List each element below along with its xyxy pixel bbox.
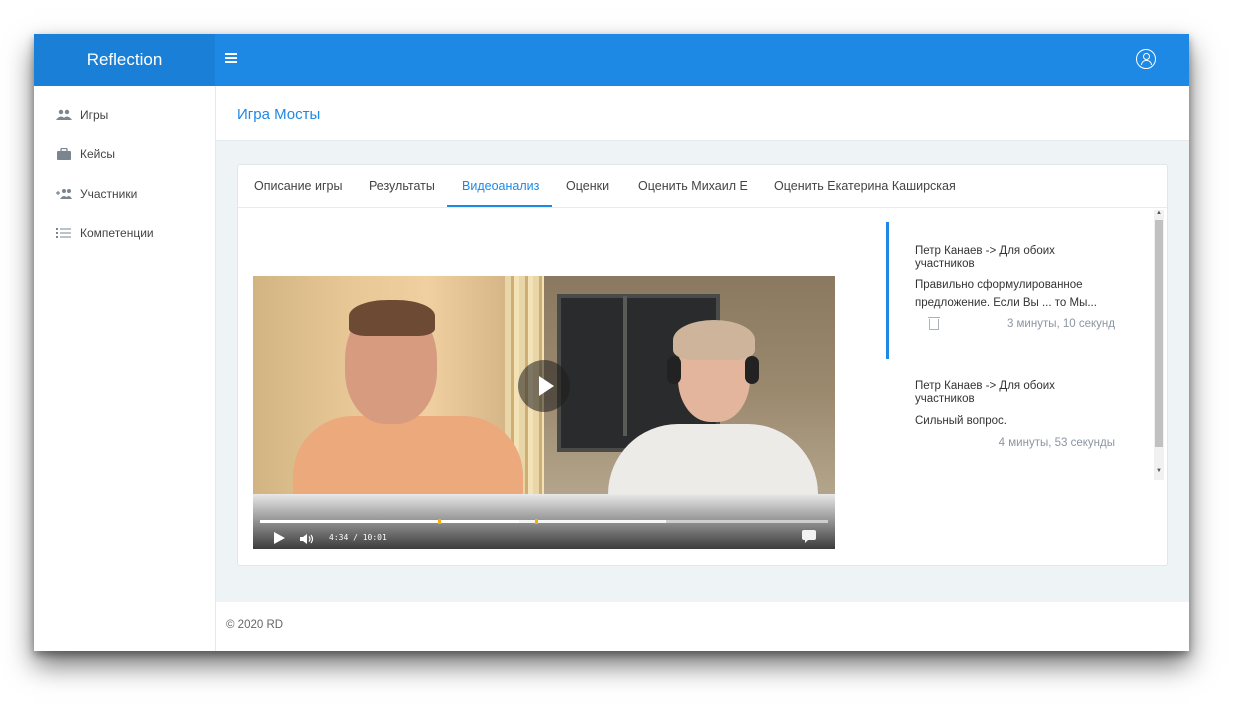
- sidebar-item-competencies[interactable]: Компетенции: [56, 224, 154, 242]
- tab-ratings[interactable]: Оценки: [566, 179, 609, 193]
- comment-author: Петр Канаев -> Для обоих участников: [915, 245, 1055, 270]
- trash-icon[interactable]: [928, 317, 940, 330]
- sidebar: Игры Кейсы Участники Компетенции: [34, 86, 216, 651]
- video-frame-left: [253, 276, 544, 506]
- video-controls: 4:34 / 10:01: [253, 494, 835, 549]
- sidebar-item-label: Участники: [80, 187, 138, 201]
- scroll-up-icon[interactable]: ▲: [1156, 210, 1162, 216]
- sidebar-item-label: Кейсы: [80, 147, 115, 161]
- list-icon: [56, 227, 72, 239]
- users-icon: [56, 109, 72, 121]
- play-icon[interactable]: [274, 532, 285, 544]
- sidebar-item-participants[interactable]: Участники: [56, 185, 137, 203]
- footer: © 2020 RD: [216, 602, 1189, 651]
- comment-marker[interactable]: [535, 519, 538, 524]
- seek-progress: [260, 520, 519, 523]
- tab-description[interactable]: Описание игры: [254, 179, 342, 193]
- captions-icon[interactable]: [802, 530, 816, 543]
- time-display: 4:34 / 10:01: [329, 533, 387, 542]
- play-overlay-button[interactable]: [518, 360, 570, 412]
- sidebar-item-label: Игры: [80, 108, 109, 122]
- tab-results[interactable]: Результаты: [369, 179, 435, 193]
- tab-video-analysis[interactable]: Видеоанализ: [462, 179, 539, 193]
- page-title: Игра Мосты: [237, 106, 321, 123]
- copyright: © 2020 RD: [226, 619, 284, 631]
- comments-list: Петр Канаев -> Для обоих участников Прав…: [884, 210, 1161, 480]
- active-comment-indicator: [886, 222, 889, 359]
- sidebar-footer: [34, 598, 215, 651]
- comment-time[interactable]: 3 минуты, 10 секунд: [1007, 318, 1115, 330]
- sidebar-item-games[interactable]: Игры: [56, 106, 108, 124]
- tab-rate-ekaterina[interactable]: Оценить Екатерина Каширская: [774, 179, 956, 193]
- scroll-down-icon[interactable]: ▼: [1156, 468, 1162, 474]
- user-icon[interactable]: [1136, 49, 1156, 69]
- menu-icon[interactable]: [225, 53, 237, 63]
- page-header: Игра Мосты: [216, 86, 1189, 141]
- comment-marker[interactable]: [438, 519, 441, 524]
- video-player[interactable]: 4:34 / 10:01: [253, 276, 835, 549]
- add-user-icon: [56, 188, 72, 200]
- briefcase-icon: [56, 147, 72, 160]
- active-tab-indicator: [447, 205, 552, 207]
- game-card: Описание игры Результаты Видеоанализ Оце…: [237, 164, 1168, 566]
- tab-bar: Описание игры Результаты Видеоанализ Оце…: [238, 165, 1167, 208]
- scrollbar-thumb[interactable]: [1155, 220, 1163, 447]
- comment-author: Петр Канаев -> Для обоих участников: [915, 380, 1055, 405]
- app-window: Reflection Игры Кейсы Участники Компетен…: [34, 34, 1189, 651]
- comment-text: Правильно сформулированное предложение. …: [915, 279, 1097, 309]
- sidebar-item-cases[interactable]: Кейсы: [56, 145, 115, 163]
- sidebar-item-label: Компетенции: [80, 226, 154, 240]
- comment-text: Сильный вопрос.: [915, 415, 1008, 427]
- comment-time[interactable]: 4 минуты, 53 секунды: [999, 437, 1115, 449]
- top-bar: Reflection: [34, 34, 1189, 86]
- tab-rate-mikhail[interactable]: Оценить Михаил Е: [638, 179, 748, 193]
- volume-icon[interactable]: [300, 532, 314, 544]
- brand-logo[interactable]: Reflection: [34, 34, 215, 86]
